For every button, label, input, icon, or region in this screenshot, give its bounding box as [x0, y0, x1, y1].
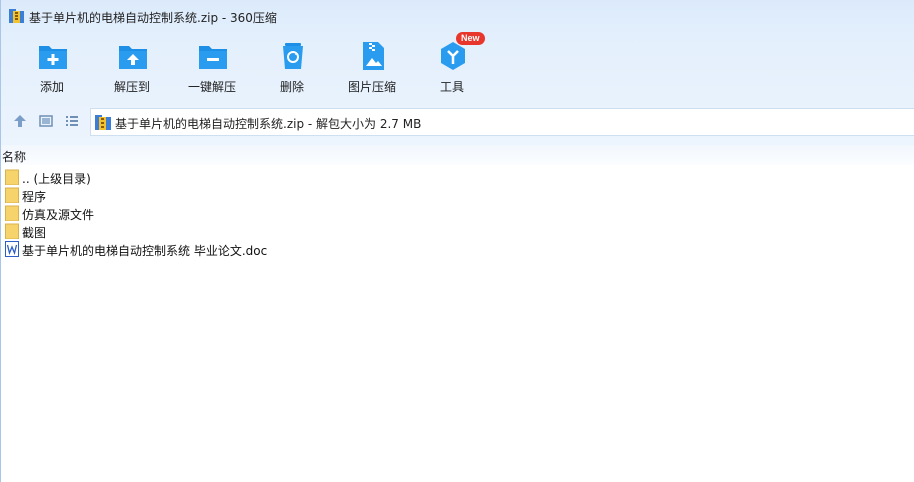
one-click-extract-label: 一键解压: [187, 80, 236, 94]
folder-icon: [5, 169, 19, 185]
image-compress-label: 图片压缩: [347, 80, 396, 94]
recycle-bin-icon: [283, 43, 303, 69]
file-name: 基于单片机的电梯自动控制系统 毕业论文.doc: [22, 244, 268, 258]
folder-icon: [5, 205, 19, 221]
window-title: 基于单片机的电梯自动控制系统.zip - 360压缩: [29, 11, 277, 25]
main-toolbar: 添加 解压到 一键解压 删除 图片压缩 New 工具: [1, 32, 914, 100]
extract-to-label: 解压到: [113, 80, 150, 94]
up-arrow-icon[interactable]: [12, 113, 28, 129]
folder-icon: [5, 223, 19, 239]
folder-icon: [5, 187, 19, 203]
add-button[interactable]: 添加: [12, 38, 92, 98]
image-compress-button[interactable]: 图片压缩: [332, 38, 412, 98]
file-name: 仿真及源文件: [22, 208, 95, 222]
delete-button[interactable]: 删除: [252, 38, 332, 98]
one-click-extract-button[interactable]: 一键解压: [172, 38, 252, 98]
column-name-header[interactable]: 名称: [2, 148, 26, 165]
thumbnail-view-icon[interactable]: [38, 113, 54, 129]
word-document-icon: [5, 241, 19, 257]
zip-archive-icon: [9, 9, 24, 23]
file-name: 截图: [22, 226, 47, 240]
list-item[interactable]: 截图: [1, 222, 601, 240]
delete-label: 删除: [279, 80, 304, 94]
add-folder-icon: [39, 46, 67, 69]
one-click-extract-icon: [199, 46, 227, 69]
address-bar[interactable]: 基于单片机的电梯自动控制系统.zip - 解包大小为 2.7 MB: [90, 108, 914, 136]
list-item[interactable]: 程序: [1, 186, 601, 204]
list-view-icon[interactable]: [64, 113, 80, 129]
tools-icon: [441, 42, 465, 70]
image-compress-icon: [363, 42, 384, 70]
extract-to-icon: [119, 46, 147, 69]
file-name: 程序: [22, 190, 47, 204]
new-badge: New: [456, 32, 485, 45]
list-item[interactable]: 基于单片机的电梯自动控制系统 毕业论文.doc: [1, 240, 601, 258]
list-item[interactable]: .. (上级目录): [1, 168, 601, 186]
add-label: 添加: [39, 80, 64, 94]
list-item[interactable]: 仿真及源文件: [1, 204, 601, 222]
column-header: 名称: [1, 145, 914, 165]
tools-button[interactable]: New 工具: [412, 32, 492, 98]
title-bar[interactable]: 基于单片机的电梯自动控制系统.zip - 360压缩: [1, 0, 914, 34]
tools-label: 工具: [439, 80, 464, 94]
extract-to-button[interactable]: 解压到: [92, 38, 172, 98]
address-text: 基于单片机的电梯自动控制系统.zip - 解包大小为 2.7 MB: [115, 117, 422, 131]
zip-archive-icon: [95, 115, 111, 130]
navigation-bar: 基于单片机的电梯自动控制系统.zip - 解包大小为 2.7 MB: [1, 104, 914, 138]
file-name: .. (上级目录): [22, 172, 91, 186]
app-window: 基于单片机的电梯自动控制系统.zip - 360压缩 添加 解压到 一键解压 删…: [0, 0, 914, 482]
